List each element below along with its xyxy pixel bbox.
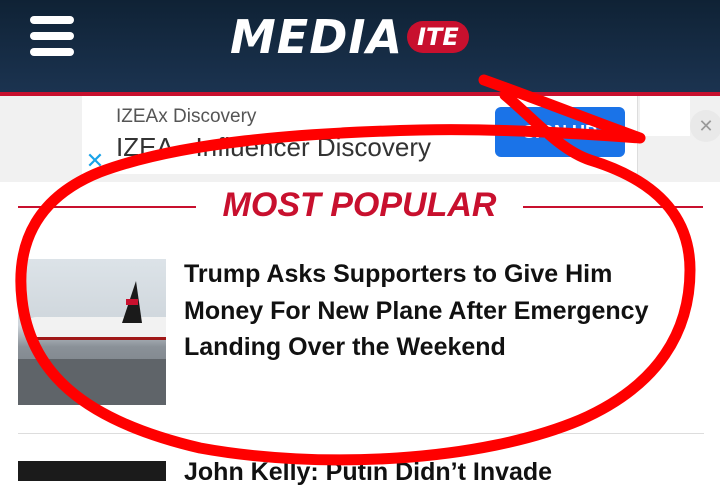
menu-bar xyxy=(30,16,74,24)
ad-title: IZEA - Influencer Discovery xyxy=(116,132,431,162)
section-rule xyxy=(523,206,703,208)
site-header: MEDIA ITE xyxy=(0,0,720,92)
section-title: MOST POPULAR xyxy=(222,186,497,224)
close-icon[interactable]: ✕ xyxy=(690,110,720,142)
article-headline[interactable]: John Kelly: Putin Didn’t Invade xyxy=(184,458,704,487)
article-thumbnail[interactable] xyxy=(18,259,166,405)
logo-badge: ITE xyxy=(407,21,469,53)
hamburger-menu-icon[interactable] xyxy=(30,16,74,56)
ad-sponsor: IZEAx Discovery xyxy=(116,106,257,127)
section-rule xyxy=(18,206,196,208)
plane-fuselage xyxy=(26,317,166,340)
ad-signup-button[interactable]: SIGN UP xyxy=(495,107,625,157)
logo-wordmark: MEDIA xyxy=(230,10,404,64)
adchoices-icon[interactable]: ✕ xyxy=(82,150,108,172)
plane-tail-stripe xyxy=(126,299,138,305)
article-divider xyxy=(18,433,704,434)
article-thumbnail[interactable] xyxy=(18,461,166,481)
site-logo[interactable]: MEDIA ITE xyxy=(230,10,469,64)
ad-banner[interactable]: IZEAx Discovery IZEA - Influencer Discov… xyxy=(82,96,638,174)
menu-bar xyxy=(30,48,74,56)
article-item[interactable]: Trump Asks Supporters to Give Him Money … xyxy=(18,256,704,412)
tarmac xyxy=(18,359,166,405)
article-headline[interactable]: Trump Asks Supporters to Give Him Money … xyxy=(184,256,694,366)
menu-bar xyxy=(30,32,74,40)
ad-side-panel xyxy=(640,96,690,136)
